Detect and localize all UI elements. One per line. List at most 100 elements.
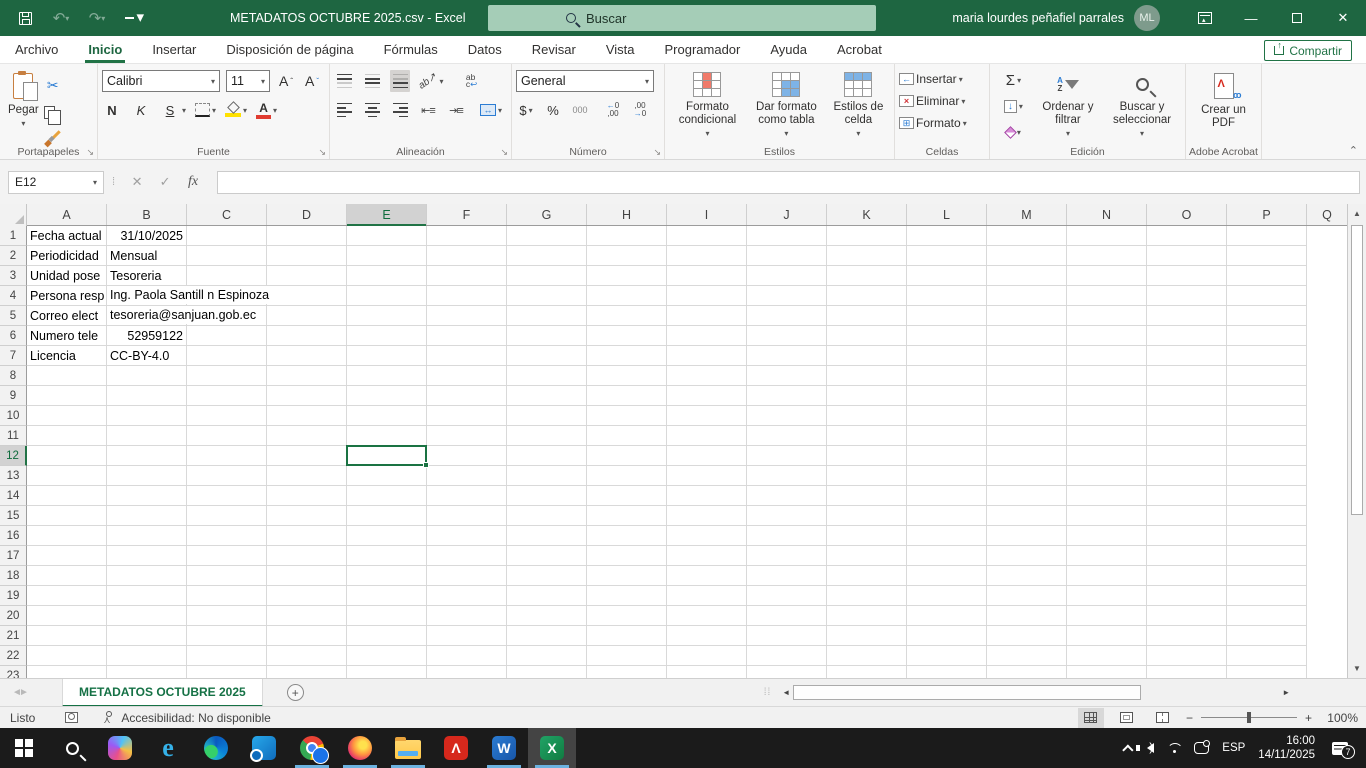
cell-F17[interactable]: [427, 546, 507, 566]
cell-L22[interactable]: [907, 646, 987, 666]
cell-O12[interactable]: [1147, 446, 1227, 466]
cell-K10[interactable]: [827, 406, 907, 426]
cell-K6[interactable]: [827, 326, 907, 346]
cell-P1[interactable]: [1227, 226, 1307, 246]
align-middle-button[interactable]: [362, 70, 382, 92]
cell-D4[interactable]: [267, 286, 347, 306]
cell-E2[interactable]: [347, 246, 427, 266]
cell-F7[interactable]: [427, 346, 507, 366]
fill-color-button[interactable]: ▾: [225, 99, 247, 121]
cell-D19[interactable]: [267, 586, 347, 606]
copy-button[interactable]: ▾: [43, 101, 63, 123]
cell-P18[interactable]: [1227, 566, 1307, 586]
cell-I2[interactable]: [667, 246, 747, 266]
select-all-corner[interactable]: [0, 204, 27, 226]
underline-button[interactable]: S: [160, 99, 180, 121]
zoom-level[interactable]: 100%: [1320, 711, 1358, 725]
cell-A2[interactable]: Periodicidad: [27, 246, 107, 266]
cell-J22[interactable]: [747, 646, 827, 666]
cell-A9[interactable]: [27, 386, 107, 406]
cell-M3[interactable]: [987, 266, 1067, 286]
cell-L3[interactable]: [907, 266, 987, 286]
namebox-splitter[interactable]: ⁞: [112, 176, 115, 188]
cell-C11[interactable]: [187, 426, 267, 446]
cell-O2[interactable]: [1147, 246, 1227, 266]
taskbar-copilot[interactable]: [96, 728, 144, 768]
cell-H3[interactable]: [587, 266, 667, 286]
cell-K21[interactable]: [827, 626, 907, 646]
fill-handle[interactable]: [423, 462, 429, 468]
cell-M7[interactable]: [987, 346, 1067, 366]
cell-D22[interactable]: [267, 646, 347, 666]
cell-I5[interactable]: [667, 306, 747, 326]
cell-P20[interactable]: [1227, 606, 1307, 626]
cell-N6[interactable]: [1067, 326, 1147, 346]
cell-P11[interactable]: [1227, 426, 1307, 446]
cell-J14[interactable]: [747, 486, 827, 506]
active-cell-selection[interactable]: [346, 445, 427, 466]
bold-button[interactable]: N: [102, 99, 122, 121]
cell-B21[interactable]: [107, 626, 187, 646]
row-header-10[interactable]: 10: [0, 406, 27, 426]
cell-E8[interactable]: [347, 366, 427, 386]
row-header-12[interactable]: 12: [0, 446, 27, 466]
cell-O11[interactable]: [1147, 426, 1227, 446]
cell-I1[interactable]: [667, 226, 747, 246]
cell-F5[interactable]: [427, 306, 507, 326]
cell-D13[interactable]: [267, 466, 347, 486]
cell-G4[interactable]: [507, 286, 587, 306]
column-header-I[interactable]: I: [667, 204, 747, 225]
cell-A20[interactable]: [27, 606, 107, 626]
ribbon-tab-archivo[interactable]: Archivo: [0, 36, 73, 63]
taskbar-chrome[interactable]: [288, 728, 336, 768]
cell-A13[interactable]: [27, 466, 107, 486]
cell-L2[interactable]: [907, 246, 987, 266]
page-break-view-button[interactable]: [1150, 708, 1176, 728]
cell-J1[interactable]: [747, 226, 827, 246]
increase-decimal-button[interactable]: ←0,00: [603, 99, 623, 121]
cell-O16[interactable]: [1147, 526, 1227, 546]
row-header-8[interactable]: 8: [0, 366, 27, 386]
cell-H5[interactable]: [587, 306, 667, 326]
cell-K23[interactable]: [827, 666, 907, 678]
cell-K14[interactable]: [827, 486, 907, 506]
cell-A7[interactable]: Licencia: [27, 346, 107, 366]
cell-E6[interactable]: [347, 326, 427, 346]
cell-G8[interactable]: [507, 366, 587, 386]
cell-A15[interactable]: [27, 506, 107, 526]
avatar[interactable]: ML: [1134, 5, 1160, 31]
cell-E19[interactable]: [347, 586, 427, 606]
cell-K3[interactable]: [827, 266, 907, 286]
cell-M5[interactable]: [987, 306, 1067, 326]
taskbar-edge[interactable]: [192, 728, 240, 768]
cell-P2[interactable]: [1227, 246, 1307, 266]
cell-J15[interactable]: [747, 506, 827, 526]
cell-B9[interactable]: [107, 386, 187, 406]
cell-I3[interactable]: [667, 266, 747, 286]
scroll-up-icon[interactable]: ▲: [1348, 204, 1366, 223]
cell-O23[interactable]: [1147, 666, 1227, 678]
cell-J5[interactable]: [747, 306, 827, 326]
cell-E16[interactable]: [347, 526, 427, 546]
cell-H6[interactable]: [587, 326, 667, 346]
cell-D21[interactable]: [267, 626, 347, 646]
cell-C9[interactable]: [187, 386, 267, 406]
vertical-scroll-thumb[interactable]: [1351, 225, 1363, 515]
row-header-17[interactable]: 17: [0, 546, 27, 566]
wrap-text-button[interactable]: abc↩: [462, 70, 482, 92]
column-header-E[interactable]: E: [347, 204, 427, 225]
cell-J2[interactable]: [747, 246, 827, 266]
sort-filter-button[interactable]: AZ Ordenar y filtrar ▾: [1033, 68, 1103, 143]
cell-L8[interactable]: [907, 366, 987, 386]
cell-N23[interactable]: [1067, 666, 1147, 678]
cell-N17[interactable]: [1067, 546, 1147, 566]
cell-I9[interactable]: [667, 386, 747, 406]
cell-O10[interactable]: [1147, 406, 1227, 426]
cell-G9[interactable]: [507, 386, 587, 406]
cell-G15[interactable]: [507, 506, 587, 526]
column-header-G[interactable]: G: [507, 204, 587, 225]
cell-E7[interactable]: [347, 346, 427, 366]
cell-C15[interactable]: [187, 506, 267, 526]
cell-A10[interactable]: [27, 406, 107, 426]
font-dialog-launcher[interactable]: ↘: [318, 147, 326, 158]
